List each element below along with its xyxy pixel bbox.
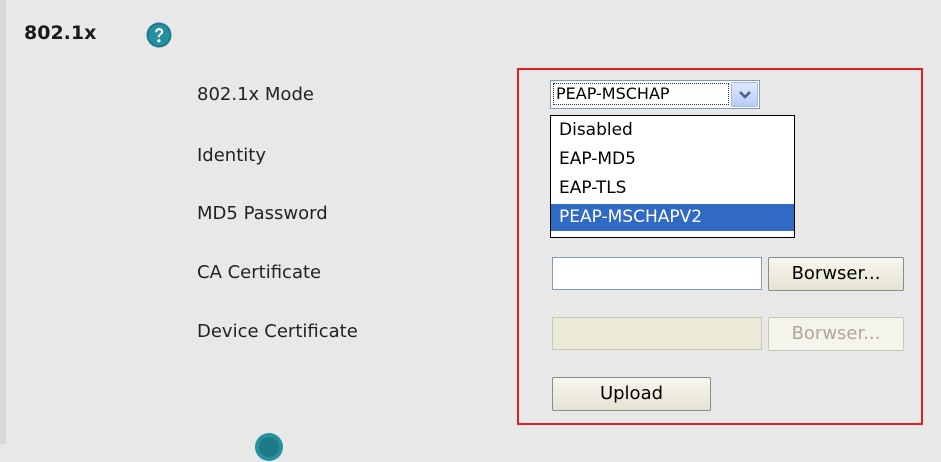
dropdown-arrow-button[interactable] — [731, 82, 758, 107]
help-icon[interactable] — [146, 22, 172, 48]
section-title: 802.1x — [24, 22, 97, 44]
ca-certificate-label: CA Certificate — [197, 262, 322, 283]
device-certificate-label: Device Certificate — [197, 321, 358, 342]
mode-select[interactable]: PEAP-MSCHAP — [550, 80, 760, 109]
chevron-down-icon — [739, 91, 751, 99]
ca-certificate-input[interactable] — [552, 257, 762, 290]
mode-label: 802.1x Mode — [197, 84, 314, 105]
device-certificate-input — [552, 317, 762, 350]
left-border — [0, 0, 6, 444]
mode-dropdown-list[interactable]: Disabled EAP-MD5 EAP-TLS PEAP-MSCHAPV2 — [550, 115, 795, 238]
identity-label: Identity — [197, 145, 266, 166]
help-icon-partial[interactable] — [254, 432, 284, 462]
option-disabled[interactable]: Disabled — [551, 117, 794, 144]
mode-select-value: PEAP-MSCHAP — [553, 83, 729, 105]
device-browse-button: Borwser... — [768, 317, 904, 351]
md5-password-label: MD5 Password — [197, 203, 328, 224]
ca-browse-button[interactable]: Borwser... — [768, 257, 904, 291]
option-eap-md5[interactable]: EAP-MD5 — [551, 146, 794, 173]
option-peap-mschapv2[interactable]: PEAP-MSCHAPV2 — [551, 204, 794, 231]
option-eap-tls[interactable]: EAP-TLS — [551, 175, 794, 202]
upload-button[interactable]: Upload — [552, 377, 711, 411]
